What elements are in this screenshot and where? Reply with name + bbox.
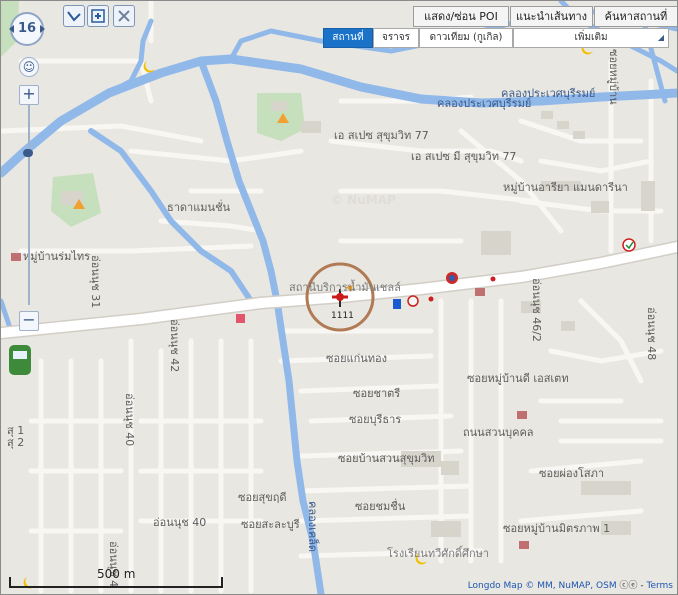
zoom-thumb[interactable]: [23, 149, 33, 157]
label-thada-mansion: ธาดาแมนชั่น: [167, 201, 231, 214]
close-icon: [118, 10, 130, 22]
map-viewport[interactable]: คลองประเวศบุรีรมย์ คลองประเวศบุรีรมย์ เอ…: [0, 0, 678, 595]
tab-satellite[interactable]: ดาวเทียม (กูเกิล): [419, 28, 513, 48]
label-onnut-40: อ่อนนุช 40: [153, 516, 207, 529]
locate-tool-button[interactable]: [87, 5, 109, 27]
poi-toggle-button[interactable]: แสดง/ซ่อน POI: [413, 6, 509, 27]
tab-traffic[interactable]: จราจร: [373, 28, 419, 48]
label-arya-mandarina: หมู่บ้านอารียา แมนดารีนา: [503, 181, 628, 194]
pin-label: 1111: [331, 311, 354, 321]
house-icon: [475, 288, 485, 296]
search-place-button[interactable]: ค้นหาสถานที่: [594, 6, 677, 27]
cc-icon: ⓒⓔ: [619, 581, 638, 591]
chevron-down-icon: ◢: [657, 33, 664, 42]
zoom-level-value: 16: [18, 21, 37, 36]
house-icon: [517, 411, 527, 419]
label-onnut-31: อ่อนนุช 31: [89, 255, 102, 309]
close-tool-button[interactable]: [113, 5, 135, 27]
fuel-station-icon: [393, 299, 401, 309]
zoom-in-button[interactable]: +: [19, 85, 39, 105]
terms-link[interactable]: Terms: [646, 581, 673, 591]
route-icon: [67, 11, 81, 22]
label-onnut-42: อ่อนนุช 42: [168, 319, 181, 373]
label-canal-prawet-2: คลองประเวศบุรีรมย์: [437, 97, 532, 110]
scale-bar: 500 m: [9, 567, 223, 589]
label-soi-right-edge: ซอยหมู่บ้าน: [607, 49, 620, 105]
route-tool-button[interactable]: [63, 5, 85, 27]
label-school: โรงเรียนทวีศักดิ์ศึกษา: [387, 547, 490, 560]
label-soi-chatri: ซอยชาตรี: [353, 387, 401, 400]
zoom-level-control[interactable]: 16: [5, 11, 49, 47]
label-soi-di-estate: ซอยหมู่บ้านดี เอสเตท: [467, 372, 569, 385]
label-soi-kaen-thong: ซอยแก่นทอง: [326, 352, 388, 365]
poi-dot-icon: [428, 296, 434, 302]
label-left-soi-2: สุ 2: [7, 436, 25, 449]
label-soi-phong-sophar: ซอยผ่องโสภา: [539, 467, 604, 480]
attribution-text[interactable]: Longdo Map © MM, NuMAP, OSM: [468, 581, 617, 591]
check-icon: [622, 238, 636, 252]
zoom-track[interactable]: [28, 105, 30, 305]
house-icon: [519, 541, 529, 549]
label-soi-mittraphap: ซอยหมู่บ้านมิตรภาพ 1: [503, 522, 611, 535]
label-onnut-46-2: อ่อนนุช 46/2: [530, 278, 543, 342]
label-khlong-vertical: คลองเคล็ด: [306, 501, 319, 553]
shell-icon: [407, 295, 419, 307]
label-space77: เอ สเปซ สุขุมวิท 77: [334, 129, 429, 142]
car-icon: [9, 345, 31, 375]
label-space77-me: เอ สเปซ มี สุขุมวิท 77: [411, 150, 517, 163]
watermark-numap: © NuMAP: [331, 193, 396, 207]
bus-stop-icon: [236, 314, 245, 323]
label-soi-chom-chuen: ซอยชมชื่น: [355, 500, 406, 513]
separator: -: [640, 581, 644, 591]
attribution: Longdo Map © MM, NuMAP, OSM ⓒⓔ - Terms: [468, 578, 673, 591]
label-soi-sala-buri: ซอยสะละบูรี: [241, 518, 300, 531]
route-guide-button[interactable]: แนะนำเส้นทาง: [510, 6, 593, 27]
label-onnut-40-vertical: อ่อนนุช 40: [123, 393, 136, 447]
label-suan-bukkhon: ถนนสวนบุคคล: [463, 426, 534, 439]
label-soi-buri-than: ซอยบุรีธาร: [349, 413, 402, 426]
scale-label: 500 m: [97, 567, 136, 581]
hospital-icon-inner: [449, 275, 455, 281]
zoom-out-button[interactable]: −: [19, 311, 39, 331]
label-shell-station: สถานีบริการน้ำมันเชลล์: [289, 281, 401, 294]
tab-places[interactable]: สถานที่: [323, 28, 373, 48]
label-soi-suk-rudi: ซอยสุขฤดี: [238, 491, 287, 504]
label-onnut-48: อ่อนนุช 48: [645, 307, 658, 361]
car-icon-window: [13, 351, 27, 359]
pan-person-icon[interactable]: ☺: [19, 57, 39, 77]
poi-dot-icon: [490, 276, 496, 282]
locate-icon: [91, 9, 105, 23]
zoom-slider[interactable]: ☺ + −: [19, 57, 41, 337]
more-layers-dropdown[interactable]: เพิ่มเติม ◢: [513, 28, 669, 48]
more-layers-label: เพิ่มเติม: [574, 32, 608, 43]
label-soi-suan-sukhumvit: ซอยบ้านสวนสุขุมวิท: [338, 452, 435, 465]
